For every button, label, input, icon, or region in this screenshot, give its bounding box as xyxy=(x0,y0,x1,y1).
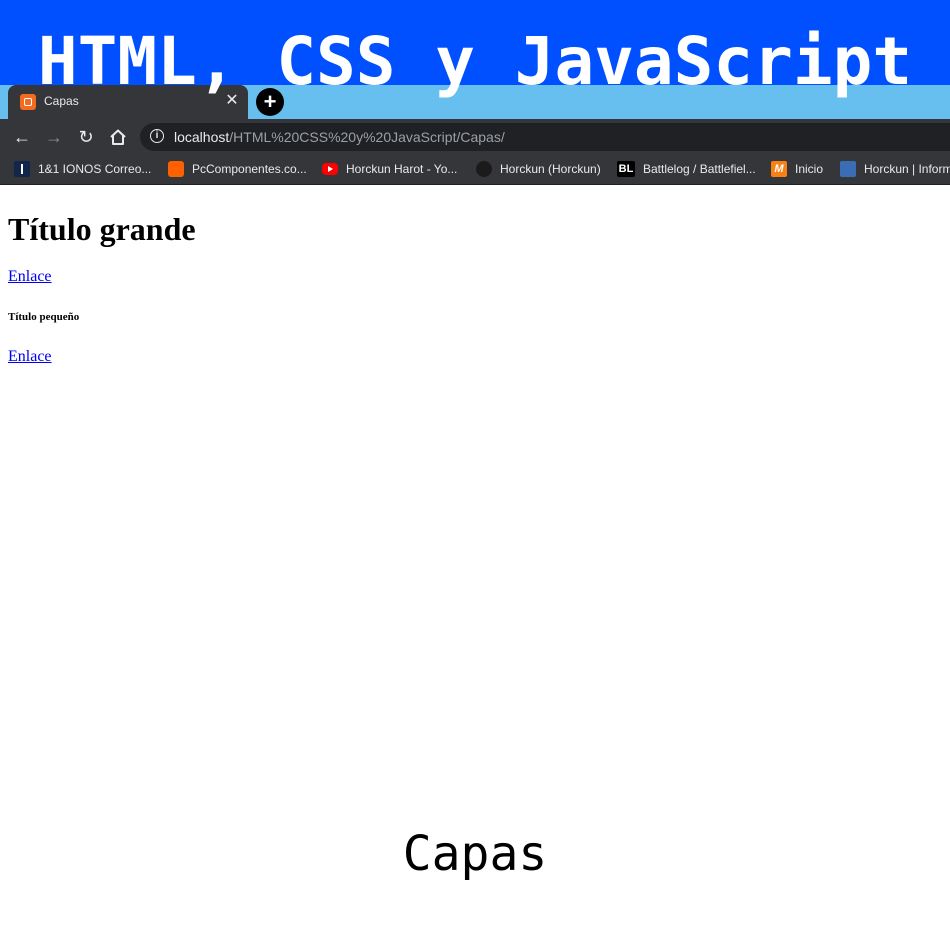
link-enlace-2[interactable]: Enlace xyxy=(8,348,52,366)
tab-title: Capas xyxy=(44,94,79,108)
heading-large: Título grande xyxy=(8,211,196,247)
url-text: localhost/HTML%20CSS%20y%20JavaScript/Ca… xyxy=(174,129,505,145)
bookmark-youtube[interactable]: Horckun Harot - Yo... xyxy=(322,160,457,178)
bookmark-inicio[interactable]: M Inicio xyxy=(771,160,823,178)
home-icon xyxy=(110,129,126,145)
banner: HTML, CSS y JavaScript xyxy=(0,0,950,85)
arrow-left-icon: ← xyxy=(13,127,31,147)
bookmark-github[interactable]: Horckun (Horckun) xyxy=(476,160,601,178)
battlelog-icon: BL xyxy=(617,160,635,177)
heading-small: Título pequeño xyxy=(8,311,80,323)
browser-toolbar: ← → ↻ i localhost/HTML%20CSS%20y%20JavaS… xyxy=(0,119,950,155)
caption: Capas xyxy=(402,826,548,882)
new-tab-button[interactable]: + xyxy=(256,88,284,116)
bookmark-horckun[interactable]: Horckun | Inform xyxy=(840,160,950,178)
bookmarks-bar: 1&1 IONOS Correo... PcComponentes.co... … xyxy=(0,155,950,185)
close-icon[interactable]: ✕ xyxy=(224,92,240,110)
banner-title: HTML, CSS y JavaScript xyxy=(37,23,913,86)
bookmark-ionos[interactable]: 1&1 IONOS Correo... xyxy=(14,160,151,178)
github-icon xyxy=(476,160,492,177)
link-enlace-1[interactable]: Enlace xyxy=(8,268,52,286)
youtube-icon xyxy=(322,162,338,175)
tab-strip: Capas ✕ + HTML, CSS y JavaScript xyxy=(0,85,950,119)
xampp-favicon-icon xyxy=(20,94,36,110)
reload-icon: ↻ xyxy=(78,127,94,147)
tab-capas[interactable]: Capas ✕ xyxy=(8,85,248,119)
horckun-icon xyxy=(840,160,856,177)
plus-icon: + xyxy=(263,89,277,114)
bookmark-battlelog[interactable]: BL Battlelog / Battlefiel... xyxy=(617,160,756,178)
moodle-icon: M xyxy=(771,160,787,177)
forward-button[interactable]: → xyxy=(42,125,66,149)
ionos-icon xyxy=(14,160,30,177)
home-button[interactable] xyxy=(106,125,130,149)
bookmark-pccomponentes[interactable]: PcComponentes.co... xyxy=(168,160,307,178)
reload-button[interactable]: ↻ xyxy=(74,125,98,149)
pccomponentes-icon xyxy=(168,160,184,177)
back-button[interactable]: ← xyxy=(10,125,34,149)
info-icon[interactable]: i xyxy=(150,129,164,143)
address-bar[interactable]: i localhost/HTML%20CSS%20y%20JavaScript/… xyxy=(140,123,950,151)
arrow-right-icon: → xyxy=(45,127,63,147)
